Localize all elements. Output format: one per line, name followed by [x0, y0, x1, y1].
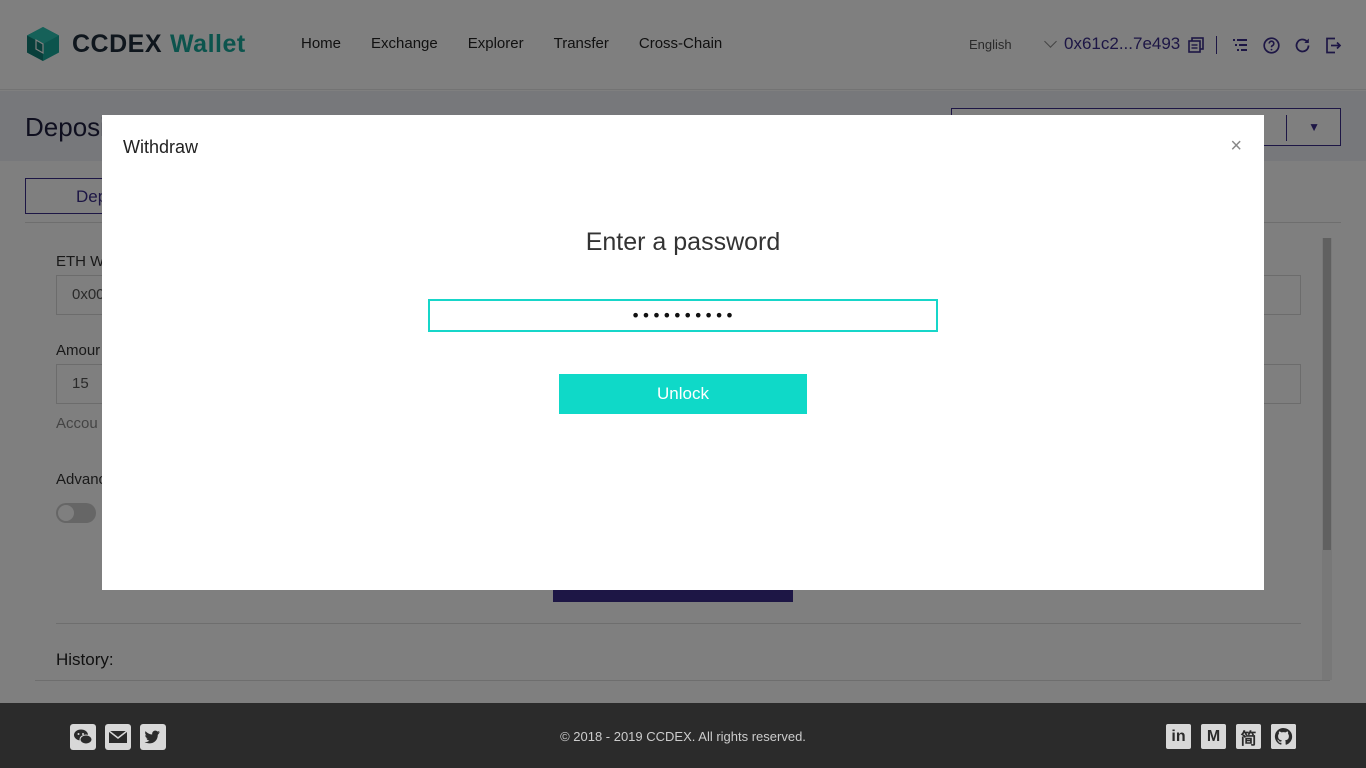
withdraw-modal: Withdraw × Enter a password Unlock — [102, 115, 1264, 590]
close-icon[interactable]: × — [1230, 135, 1242, 158]
github-icon[interactable] — [1271, 724, 1296, 749]
modal-heading: Enter a password — [585, 228, 781, 256]
copyright: © 2018 - 2019 CCDEX. All rights reserved… — [560, 729, 806, 744]
password-input[interactable] — [428, 299, 938, 332]
modal-title: Withdraw — [123, 137, 199, 157]
footer-social-right: in M 简 — [1166, 724, 1306, 749]
unlock-button[interactable]: Unlock — [559, 374, 807, 414]
medium-icon[interactable]: M — [1201, 724, 1226, 749]
linkedin-icon[interactable]: in — [1166, 724, 1191, 749]
jianshu-icon[interactable]: 简 — [1236, 724, 1261, 749]
footer: © 2018 - 2019 CCDEX. All rights reserved… — [0, 703, 1366, 768]
